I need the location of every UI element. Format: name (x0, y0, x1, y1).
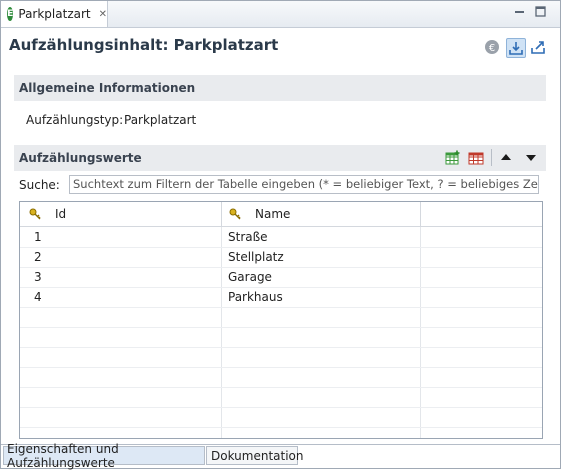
column-label: Id (55, 207, 67, 221)
minimize-icon[interactable] (514, 6, 525, 17)
cell-id: 3 (34, 270, 42, 284)
delete-row-icon[interactable] (468, 150, 484, 166)
maximize-icon[interactable] (535, 6, 546, 17)
tab-properties-values[interactable]: Eigenschaften und Aufzählungswerte (3, 442, 205, 470)
cell-name: Parkhaus (228, 290, 283, 304)
enum-values-table: Id Name 1 Straße 2 Stellplatz 3 Garage 4… (19, 201, 543, 439)
svg-text:€: € (489, 43, 495, 54)
empty-table-row (20, 407, 542, 428)
empty-table-row (20, 347, 542, 368)
column-header-filler (421, 202, 542, 227)
enum-type-value: Parkplatzart (124, 113, 197, 127)
section-title: Allgemeine Informationen (19, 81, 196, 95)
section-enum-values[interactable]: Aufzählungswerte (14, 145, 546, 171)
search-input[interactable]: Suchtext zum Filtern der Tabelle eingebe… (69, 175, 539, 194)
section-title: Aufzählungswerte (19, 151, 142, 165)
enum-type-label: Aufzählungstyp: (26, 113, 124, 127)
enum-type-icon: E (7, 7, 14, 21)
import-icon[interactable] (506, 38, 526, 58)
toolbar-separator (491, 149, 492, 166)
cell-name: Garage (228, 270, 272, 284)
cell-id: 4 (34, 290, 42, 304)
cell-name: Stellplatz (228, 250, 284, 264)
tab-label: Eigenschaften und Aufzählungswerte (7, 441, 119, 470)
move-down-icon[interactable] (526, 154, 536, 162)
column-header-id[interactable]: Id (20, 202, 222, 227)
close-icon[interactable]: ✕ (99, 9, 107, 20)
empty-table-row (20, 367, 542, 388)
section-general-info[interactable]: Allgemeine Informationen (14, 75, 546, 101)
export-icon[interactable] (529, 38, 547, 56)
key-icon (29, 208, 41, 220)
table-row[interactable]: 2 Stellplatz (20, 247, 542, 268)
empty-table-row (20, 307, 542, 328)
cell-name: Straße (228, 230, 268, 244)
search-label: Suche: (19, 178, 60, 192)
empty-table-row (20, 327, 542, 348)
tab-documentation[interactable]: Dokumentation (206, 446, 304, 465)
column-header-name[interactable]: Name (222, 202, 421, 227)
move-up-icon[interactable] (501, 153, 511, 161)
currency-icon[interactable]: € (483, 38, 501, 56)
table-row[interactable]: 1 Straße (20, 227, 542, 248)
add-row-icon[interactable] (445, 150, 461, 166)
column-label: Name (255, 207, 291, 221)
editor-tab-label: Parkplatzart (18, 7, 91, 21)
table-row[interactable]: 4 Parkhaus (20, 287, 542, 308)
tab-label: Dokumentation (211, 448, 304, 463)
cell-id: 2 (34, 250, 42, 264)
editor-tab[interactable]: E Parkplatzart ✕ (1, 1, 108, 27)
page-title: Aufzählungsinhalt: Parkplatzart (9, 36, 279, 54)
key-icon (229, 208, 241, 220)
table-row[interactable]: 3 Garage (20, 267, 542, 288)
cell-id: 1 (34, 230, 42, 244)
empty-table-row (20, 387, 542, 408)
